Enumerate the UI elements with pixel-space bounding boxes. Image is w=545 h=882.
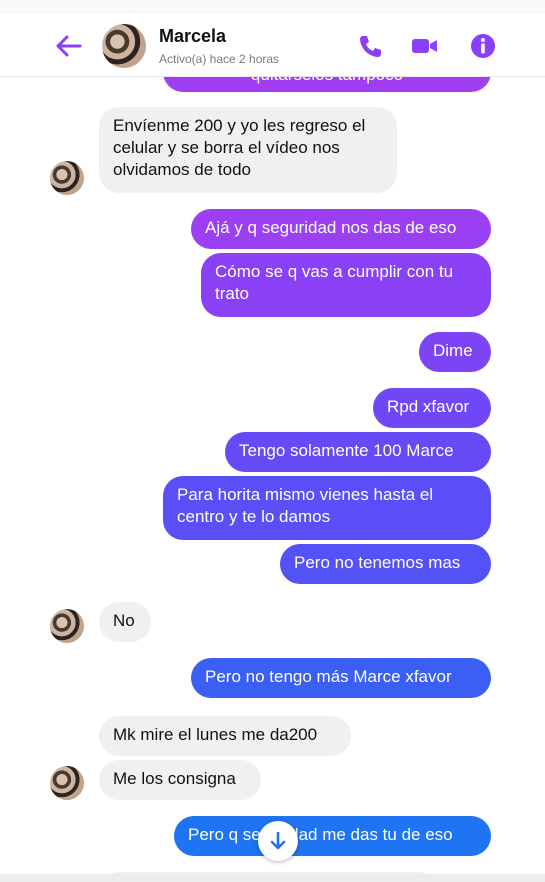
message-bubble-self[interactable]: Pero no tengo más Marce xfavor bbox=[191, 658, 491, 698]
video-camera-icon[interactable] bbox=[409, 31, 439, 61]
message-bubble-contact[interactable]: Mk mire el lunes me da200 bbox=[99, 716, 351, 756]
chat-header: Marcela Activo(a) hace 2 horas bbox=[0, 14, 545, 77]
arrow-down-icon bbox=[270, 831, 286, 850]
message-bubble-self[interactable]: quitarselos tampoco bbox=[163, 76, 491, 92]
bottom-edge bbox=[0, 874, 545, 882]
back-arrow-icon[interactable] bbox=[52, 32, 84, 60]
contact-avatar-small bbox=[50, 609, 84, 643]
message-bubble-contact[interactable]: No bbox=[99, 602, 151, 642]
scroll-to-bottom-button[interactable] bbox=[258, 821, 298, 861]
message-bubble-contact[interactable]: Me los consigna bbox=[99, 760, 261, 800]
info-icon[interactable] bbox=[468, 31, 498, 61]
message-list[interactable]: quitarselos tampoco Envíenme 200 y yo le… bbox=[0, 76, 545, 882]
contact-status: Activo(a) hace 2 horas bbox=[159, 52, 280, 66]
message-bubble-self[interactable]: Ajá y q seguridad nos das de eso bbox=[191, 209, 491, 249]
status-bar-strip bbox=[0, 0, 545, 14]
message-bubble-self[interactable]: Pero no tenemos mas bbox=[280, 544, 491, 584]
contact-avatar[interactable] bbox=[102, 24, 146, 68]
message-bubble-self[interactable]: Rpd xfavor bbox=[373, 388, 491, 428]
phone-icon[interactable] bbox=[355, 31, 385, 61]
contact-avatar-small bbox=[50, 766, 84, 800]
contact-name[interactable]: Marcela bbox=[159, 26, 226, 47]
message-bubble-self[interactable]: Dime bbox=[419, 332, 491, 372]
message-bubble-contact[interactable]: Envíenme 200 y yo les regreso el celular… bbox=[99, 107, 397, 193]
message-bubble-self[interactable]: Para horita mismo vienes hasta el centro… bbox=[163, 476, 491, 540]
message-bubble-self[interactable]: Pero q seguridad me das tu de eso bbox=[174, 816, 491, 856]
contact-avatar-small bbox=[50, 161, 84, 195]
message-bubble-self[interactable]: Tengo solamente 100 Marce bbox=[225, 432, 491, 472]
message-bubble-self[interactable]: Cómo se q vas a cumplir con tu trato bbox=[201, 253, 491, 317]
